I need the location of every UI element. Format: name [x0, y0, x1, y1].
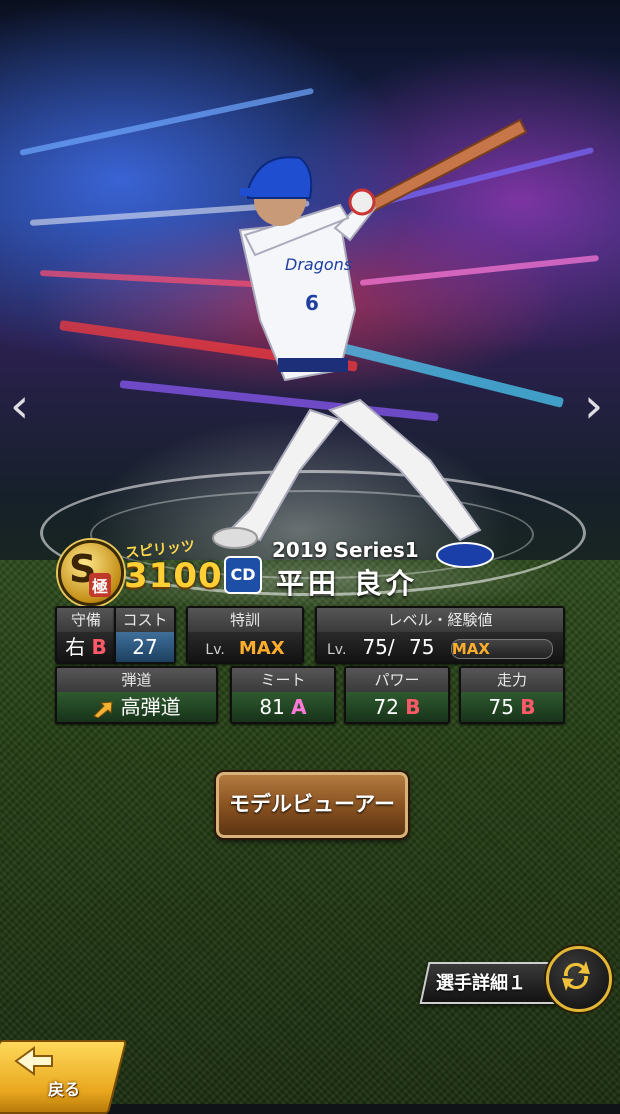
swap-button[interactable]	[546, 946, 612, 1012]
back-label[interactable]: 戻る	[48, 1076, 80, 1100]
meet-number: 81	[259, 695, 285, 719]
power-number: 72	[373, 695, 399, 719]
player-detail-label[interactable]: 選手詳細１	[436, 969, 526, 995]
rank-sub-label: 極	[89, 573, 112, 597]
trajectory-text: 高弾道	[120, 695, 181, 719]
trajectory-value: 高弾道	[57, 692, 216, 722]
defense-header: 守備	[57, 608, 115, 632]
power-panel: パワー 72 B	[344, 666, 450, 724]
training-lv-label: Lv.	[205, 642, 225, 658]
meet-header: ミート	[232, 668, 334, 692]
defense-grade: B	[91, 635, 107, 659]
power-header: パワー	[346, 668, 448, 692]
level-max: 75	[409, 635, 435, 659]
chevron-right-icon[interactable]: ›	[584, 382, 603, 430]
rank-badge: S 極	[58, 540, 124, 606]
defense-panel: 守備 右 B	[55, 606, 117, 664]
speed-header: 走力	[461, 668, 563, 692]
exp-bar: MAX	[450, 638, 553, 659]
trajectory-header: 弾道	[57, 668, 216, 692]
level-separator: /	[387, 635, 395, 659]
trajectory-panel: 弾道 高弾道	[55, 666, 218, 724]
training-max: MAX	[238, 638, 285, 659]
cost-panel: コスト 27	[114, 606, 176, 664]
player-name: 平田 良介	[276, 567, 418, 600]
level-lv-label: Lv.	[327, 642, 347, 658]
spirits-value: 3100	[124, 556, 223, 596]
chevron-left-icon[interactable]: ‹	[10, 382, 29, 430]
team-logo-icon: CD	[224, 556, 262, 594]
swap-arrows-icon	[562, 961, 590, 991]
cost-value: 27	[116, 632, 174, 662]
defense-hand: 右	[65, 635, 86, 659]
player-illustration: Dragons 6	[212, 118, 528, 568]
cost-header: コスト	[116, 608, 174, 632]
power-grade: B	[405, 695, 421, 719]
model-viewer-button[interactable]: モデルビューアー	[216, 772, 408, 838]
level-value: Lv. 75/ 75 MAX	[317, 632, 563, 662]
speed-grade: B	[520, 695, 536, 719]
speed-panel: 走力 75 B	[459, 666, 565, 724]
meet-value: 81 A	[232, 692, 334, 722]
level-current: 75	[362, 635, 388, 659]
series-label: 2019 Series1	[272, 538, 419, 562]
trajectory-arrow-icon	[93, 700, 113, 719]
speed-value: 75 B	[461, 692, 563, 722]
level-panel: レベル・経験値 Lv. 75/ 75 MAX	[315, 606, 565, 664]
speed-number: 75	[488, 695, 514, 719]
training-value: Lv. MAX	[188, 632, 302, 662]
meet-panel: ミート 81 A	[230, 666, 336, 724]
svg-text:Dragons: Dragons	[285, 255, 352, 274]
training-panel: 特訓 Lv. MAX	[186, 606, 304, 664]
back-arrow-icon[interactable]	[14, 1046, 54, 1076]
level-header: レベル・経験値	[317, 608, 563, 632]
defense-value: 右 B	[57, 632, 115, 662]
power-value: 72 B	[346, 692, 448, 722]
exp-max-label: MAX	[451, 639, 490, 658]
training-header: 特訓	[188, 608, 302, 632]
meet-grade: A	[291, 695, 307, 719]
jersey-number: 6	[305, 291, 319, 315]
